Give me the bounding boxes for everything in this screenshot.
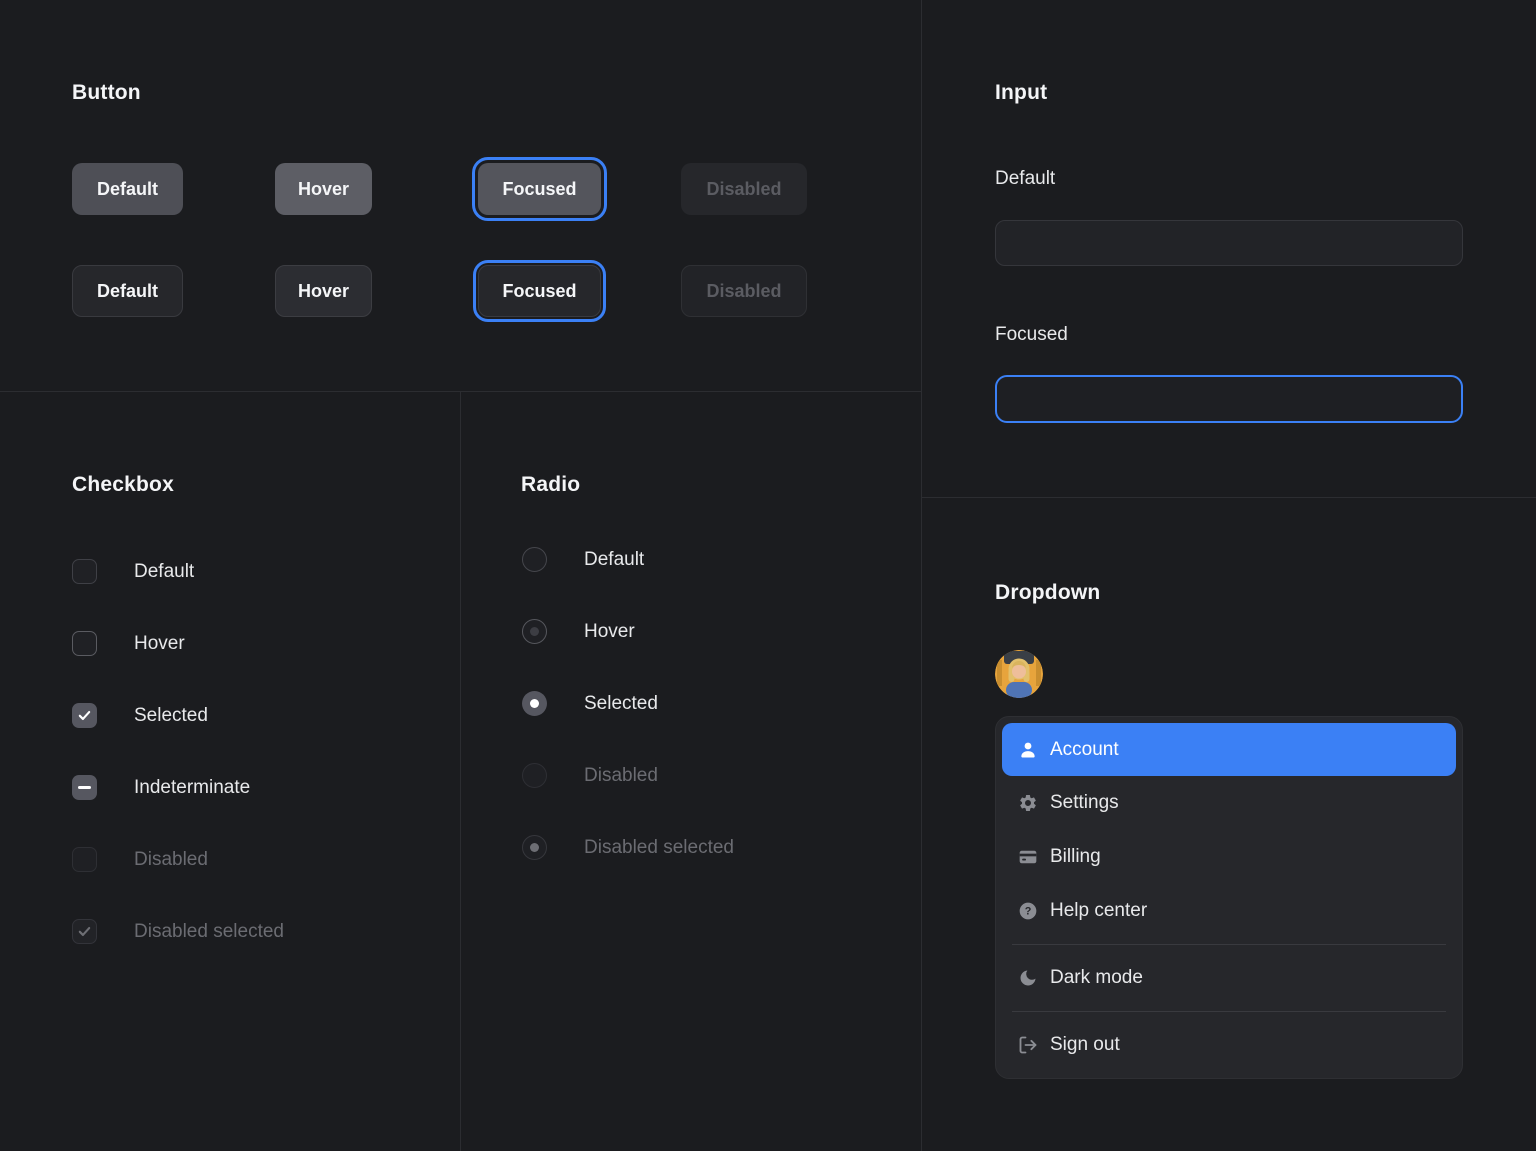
sign-out-icon — [1018, 1035, 1038, 1055]
radio-dot — [530, 843, 539, 852]
menu-item-billing[interactable]: Billing — [1002, 830, 1456, 884]
radio-hover-label: Hover — [584, 621, 635, 643]
button-primary-focused[interactable]: Focused — [478, 163, 601, 215]
button-primary-default[interactable]: Default — [72, 163, 183, 215]
checkbox-indeterminate-label: Indeterminate — [134, 777, 250, 799]
radio-row-hover: Hover — [522, 619, 635, 644]
menu-item-account[interactable]: Account — [1002, 723, 1456, 776]
radio-disabled-selected — [522, 835, 547, 860]
dropdown-section: Dropdown Account — [922, 498, 1536, 1151]
menu-item-sign-out[interactable]: Sign out — [1002, 1018, 1456, 1072]
checkbox-row-selected: Selected — [72, 703, 208, 728]
check-icon — [77, 708, 92, 723]
checkbox-row-disabled: Disabled — [72, 847, 208, 872]
checkbox-row-hover: Hover — [72, 631, 185, 656]
input-focused-label: Focused — [995, 324, 1068, 346]
checkbox-indeterminate[interactable] — [72, 775, 97, 800]
component-showcase-canvas: { "colors": { "accent_blue": "#3b80f5", … — [0, 0, 1536, 1151]
indeterminate-dash-icon — [78, 786, 91, 789]
checkbox-hover[interactable] — [72, 631, 97, 656]
checkbox-disabled — [72, 847, 97, 872]
radio-row-disabled: Disabled — [522, 763, 658, 788]
checkbox-selected[interactable] — [72, 703, 97, 728]
menu-divider — [1012, 944, 1446, 945]
button-secondary-focused[interactable]: Focused — [478, 265, 601, 317]
radio-selected[interactable] — [522, 691, 547, 716]
user-avatar[interactable] — [995, 650, 1043, 698]
menu-item-help-center[interactable]: ? Help center — [1002, 884, 1456, 938]
checkbox-section-title: Checkbox — [72, 473, 174, 497]
checkbox-disabled-selected — [72, 919, 97, 944]
input-default-field[interactable] — [995, 220, 1463, 266]
input-focused-field[interactable] — [995, 375, 1463, 423]
svg-text:?: ? — [1025, 906, 1032, 918]
radio-section-title: Radio — [521, 473, 580, 497]
gear-icon — [1018, 793, 1038, 813]
menu-item-label: Settings — [1050, 792, 1119, 814]
checkbox-row-disabled-selected: Disabled selected — [72, 919, 284, 944]
user-avatar-image — [995, 650, 1043, 698]
dropdown-menu: Account Settings Billing ? Help center — [995, 716, 1463, 1079]
check-icon — [77, 924, 92, 939]
radio-row-default: Default — [522, 547, 644, 572]
menu-item-dark-mode[interactable]: Dark mode — [1002, 951, 1456, 1005]
menu-item-label: Billing — [1050, 846, 1101, 868]
input-section-title: Input — [995, 81, 1047, 105]
radio-row-selected: Selected — [522, 691, 658, 716]
checkbox-default[interactable] — [72, 559, 97, 584]
button-secondary-default[interactable]: Default — [72, 265, 183, 317]
checkbox-disabled-label: Disabled — [134, 849, 208, 871]
checkbox-section: Checkbox Default Hover Selected Indeterm… — [0, 391, 460, 1151]
radio-row-disabled-selected: Disabled selected — [522, 835, 734, 860]
button-secondary-disabled: Disabled — [681, 265, 807, 317]
menu-item-label: Dark mode — [1050, 967, 1143, 989]
button-section-title: Button — [72, 81, 141, 105]
input-default-label: Default — [995, 168, 1055, 190]
radio-disabled-selected-label: Disabled selected — [584, 837, 734, 859]
credit-card-icon — [1018, 847, 1038, 867]
checkbox-row-indeterminate: Indeterminate — [72, 775, 250, 800]
checkbox-default-label: Default — [134, 561, 194, 583]
checkbox-disabled-selected-label: Disabled selected — [134, 921, 284, 943]
menu-item-label: Sign out — [1050, 1034, 1120, 1056]
user-icon — [1018, 740, 1038, 760]
button-primary-hover[interactable]: Hover — [275, 163, 372, 215]
input-section: Input Default Focused — [922, 0, 1536, 497]
checkbox-row-default: Default — [72, 559, 194, 584]
moon-icon — [1018, 968, 1038, 988]
radio-hover[interactable] — [522, 619, 547, 644]
menu-item-label: Help center — [1050, 900, 1147, 922]
button-section: Button Default Hover Focused Disabled De… — [0, 0, 921, 391]
radio-disabled-label: Disabled — [584, 765, 658, 787]
radio-selected-label: Selected — [584, 693, 658, 715]
checkbox-hover-label: Hover — [134, 633, 185, 655]
radio-default-label: Default — [584, 549, 644, 571]
button-secondary-hover[interactable]: Hover — [275, 265, 372, 317]
radio-section: Radio Default Hover Selected Disabled Di… — [461, 391, 921, 1151]
help-circle-icon: ? — [1018, 901, 1038, 921]
menu-item-settings[interactable]: Settings — [1002, 776, 1456, 830]
radio-dot — [530, 627, 539, 636]
radio-default[interactable] — [522, 547, 547, 572]
radio-dot — [530, 699, 539, 708]
checkbox-selected-label: Selected — [134, 705, 208, 727]
menu-divider — [1012, 1011, 1446, 1012]
button-primary-disabled: Disabled — [681, 163, 807, 215]
menu-item-label: Account — [1050, 739, 1119, 761]
dropdown-section-title: Dropdown — [995, 581, 1100, 605]
radio-disabled — [522, 763, 547, 788]
